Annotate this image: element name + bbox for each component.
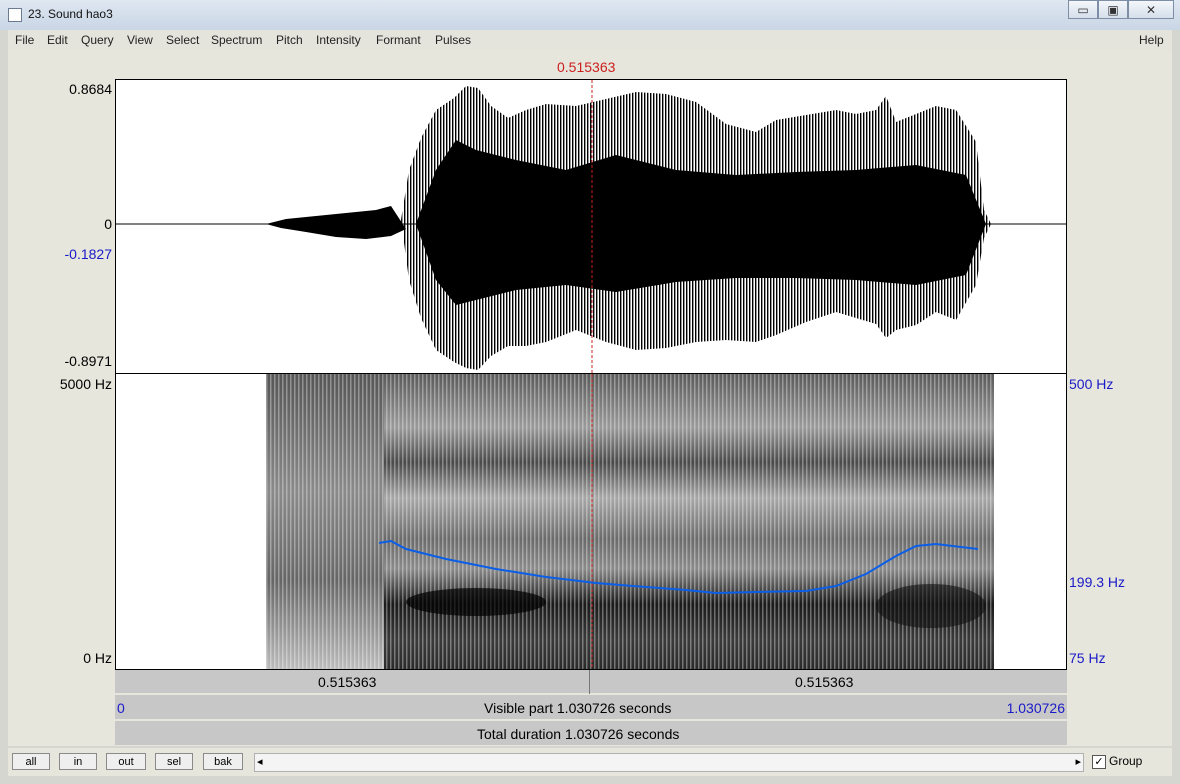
waveform-min-label: -0.8971 bbox=[64, 353, 112, 369]
group-label: Group bbox=[1109, 754, 1143, 768]
pitch-current-label: 199.3 Hz bbox=[1069, 574, 1126, 590]
menu-file[interactable]: File bbox=[15, 33, 34, 47]
menu-pitch[interactable]: Pitch bbox=[276, 33, 303, 47]
menu-spectrum[interactable]: Spectrum bbox=[211, 33, 262, 47]
menu-help[interactable]: Help bbox=[1139, 33, 1164, 47]
spectrogram-min-freq-label: 0 Hz bbox=[83, 650, 112, 666]
close-button[interactable]: ✕ bbox=[1128, 0, 1174, 19]
time-bar-right-label: 0.515363 bbox=[795, 674, 854, 690]
menu-view[interactable]: View bbox=[127, 33, 153, 47]
zoom-sel-button[interactable]: sel bbox=[155, 753, 193, 770]
waveform-cursor-value-label: -0.1827 bbox=[64, 246, 112, 262]
app-icon bbox=[8, 8, 22, 22]
maximize-button[interactable]: ▣ bbox=[1098, 0, 1128, 19]
cursor-time-label: 0.515363 bbox=[557, 59, 616, 75]
spectrogram-striations bbox=[266, 374, 994, 669]
spectrogram-formant-right bbox=[876, 584, 986, 628]
menu-intensity[interactable]: Intensity bbox=[316, 33, 361, 47]
scroll-right-icon[interactable]: ▸ bbox=[1075, 755, 1081, 768]
total-duration-label: Total duration 1.030726 seconds bbox=[477, 726, 680, 742]
zoom-back-button[interactable]: bak bbox=[203, 753, 243, 770]
menu-pulses[interactable]: Pulses bbox=[435, 33, 471, 47]
selection-time-bar[interactable]: 0.515363 0.515363 bbox=[115, 669, 1067, 694]
horizontal-scrollbar[interactable]: ◂ ▸ bbox=[254, 753, 1084, 772]
window-title: 23. Sound hao3 bbox=[28, 7, 113, 21]
visible-start-label: 0 bbox=[117, 700, 125, 716]
spectrogram-max-freq-label: 5000 Hz bbox=[59, 376, 112, 392]
zoom-in-button[interactable]: in bbox=[59, 753, 97, 770]
menu-query[interactable]: Query bbox=[81, 33, 114, 47]
visible-end-label: 1.030726 bbox=[1006, 700, 1065, 716]
waveform-onset-noise bbox=[266, 206, 406, 239]
zoom-out-button[interactable]: out bbox=[106, 753, 146, 770]
menu-edit[interactable]: Edit bbox=[47, 33, 68, 47]
zoom-all-button[interactable]: all bbox=[12, 753, 50, 770]
pitch-min-label: 75 Hz bbox=[1069, 650, 1106, 666]
waveform-max-label: 0.8684 bbox=[69, 81, 112, 97]
group-checkbox[interactable]: ✓ bbox=[1092, 755, 1106, 769]
visible-part-bar[interactable]: 0 Visible part 1.030726 seconds 1.030726 bbox=[115, 695, 1067, 719]
visible-part-label: Visible part 1.030726 seconds bbox=[484, 700, 672, 716]
time-bar-divider bbox=[589, 670, 590, 694]
minimize-button[interactable]: ▭ bbox=[1068, 0, 1098, 19]
bottom-toolbar: all in out sel bak ◂ ▸ ✓ Group bbox=[8, 748, 1172, 776]
spectrogram-panel[interactable] bbox=[115, 374, 1067, 669]
total-duration-bar[interactable]: Total duration 1.030726 seconds bbox=[115, 721, 1067, 745]
waveform-zero-label: 0 bbox=[104, 216, 112, 232]
pitch-max-label: 500 Hz bbox=[1069, 376, 1114, 392]
title-bar: 23. Sound hao3 ▭ ▣ ✕ bbox=[0, 0, 1180, 30]
menu-formant[interactable]: Formant bbox=[376, 33, 421, 47]
spectrogram-formant-dark bbox=[406, 588, 546, 616]
scroll-left-icon[interactable]: ◂ bbox=[257, 755, 263, 768]
waveform-panel[interactable] bbox=[115, 79, 1067, 374]
waveform-plot bbox=[116, 80, 1066, 373]
time-bar-left-label: 0.515363 bbox=[318, 674, 377, 690]
menu-select[interactable]: Select bbox=[166, 33, 199, 47]
menu-bar: File Edit Query View Select Spectrum Pit… bbox=[8, 30, 1172, 50]
window-controls: ▭ ▣ ✕ bbox=[1068, 0, 1174, 20]
spectrogram-plot bbox=[266, 374, 994, 669]
